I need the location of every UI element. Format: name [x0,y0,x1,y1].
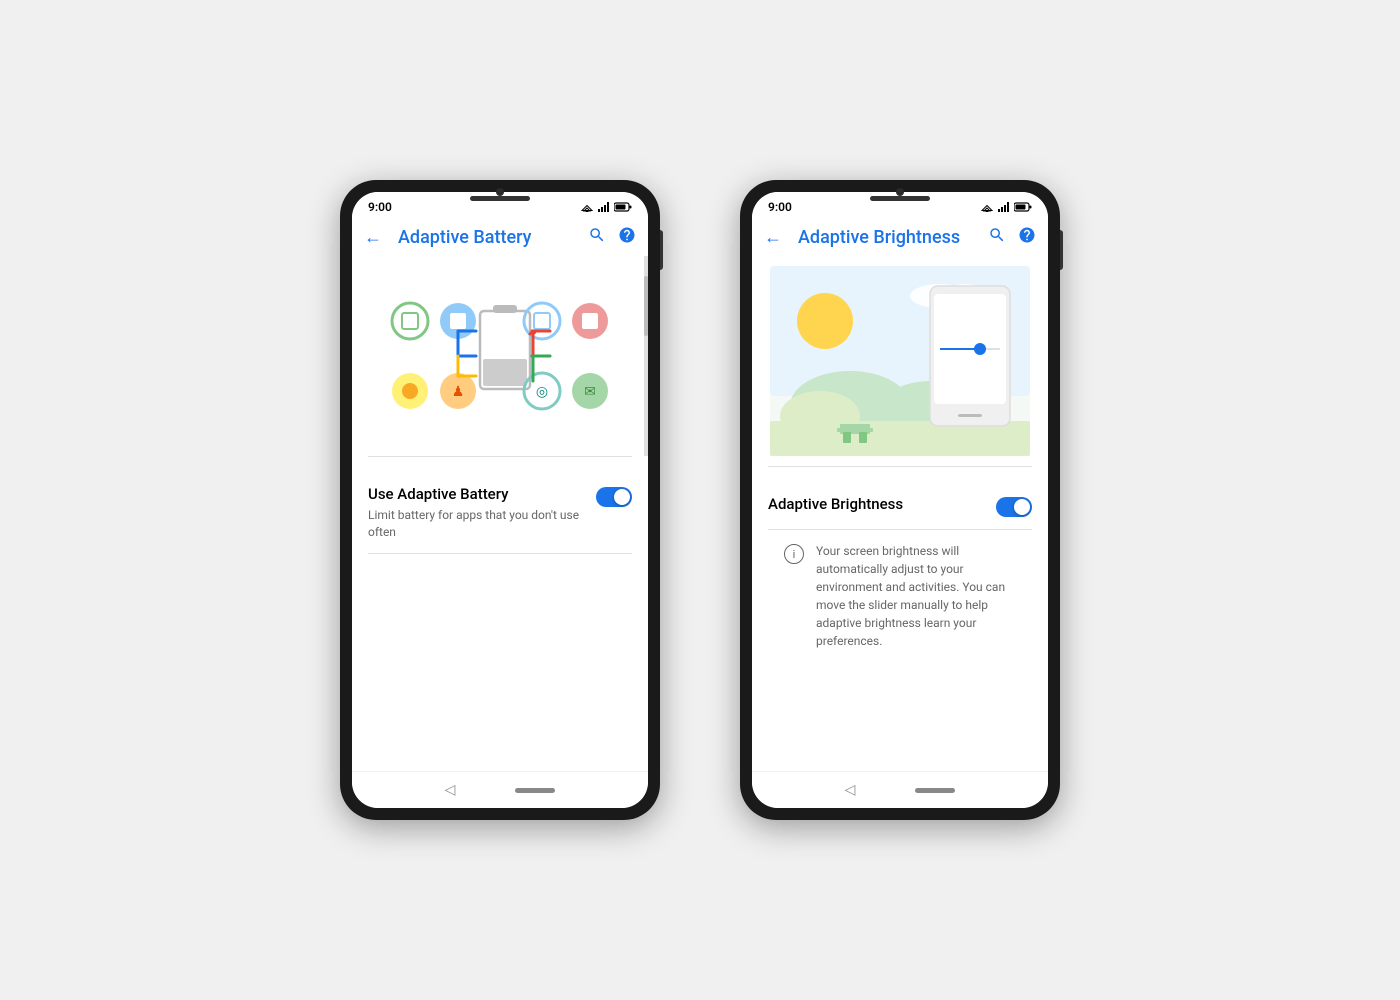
info-text-2: Your screen brightness will automaticall… [816,542,1016,650]
app-bar-1: ← Adaptive Battery [352,218,648,256]
adaptive-brightness-toggle[interactable] [996,497,1032,517]
back-button-2[interactable]: ← [764,227,782,248]
toggle-knob-1 [614,489,630,505]
nav-back-1[interactable]: ◁ [445,782,456,798]
app-bar-2: ← Adaptive Brightness [752,218,1048,256]
app-title-2: Adaptive Brightness [798,227,988,248]
app-bar-icons-1 [588,226,636,248]
toggle-knob-2 [1014,499,1030,515]
battery-status-icon [614,202,632,212]
adaptive-battery-toggle[interactable] [596,487,632,507]
help-button-1[interactable] [618,226,636,248]
battery-illustration-container: ♟ ◎ ✉ [352,256,648,456]
brightness-illustration-container [752,256,1048,466]
nav-home-2[interactable] [915,788,955,793]
svg-text:◎: ◎ [536,384,548,400]
svg-text:✉: ✉ [584,384,596,400]
scrollbar-1[interactable] [644,256,648,456]
settings-section-2: Adaptive Brightness i Your screen bright… [752,467,1048,771]
camera [496,188,504,196]
brightness-illustration-svg [770,266,1030,456]
info-section-2: i Your screen brightness will automatica… [768,530,1032,662]
nav-back-2[interactable]: ◁ [845,782,856,798]
speaker [470,196,530,201]
nav-home-1[interactable] [515,788,555,793]
signal-icon-2 [998,202,1010,212]
status-icons-1 [580,202,632,212]
setting-1-title: Use Adaptive Battery [368,485,580,503]
settings-section-1: Use Adaptive Battery Limit battery for a… [352,457,648,771]
battery-status-icon-2 [1014,202,1032,212]
speaker-2 [870,196,930,201]
nav-bar-2: ◁ [752,771,1048,808]
phone-2-screen: 9:00 [752,192,1048,808]
phone-2: 9:00 [740,180,1060,820]
camera-2 [896,188,904,196]
status-time-1: 9:00 [368,200,392,214]
wifi-icon [580,202,594,212]
search-button-1[interactable] [588,226,606,248]
signal-icon [598,202,610,212]
phones-container: 9:00 [340,180,1060,820]
svg-text:♟: ♟ [452,384,465,400]
battery-illustration-svg: ♟ ◎ ✉ [370,276,630,436]
phone-1-screen: 9:00 [352,192,648,808]
info-icon-2: i [784,544,804,564]
nav-bar-1: ◁ [352,771,648,808]
status-icons-2 [980,202,1032,212]
wifi-icon-2 [980,202,994,212]
adaptive-battery-setting[interactable]: Use Adaptive Battery Limit battery for a… [368,473,632,554]
setting-2-title: Adaptive Brightness [768,495,980,513]
scrollbar-thumb-1 [644,276,648,336]
setting-2-text: Adaptive Brightness [768,495,980,517]
back-button-1[interactable]: ← [364,227,382,248]
help-button-2[interactable] [1018,226,1036,248]
setting-1-desc: Limit battery for apps that you don't us… [368,507,580,541]
setting-1-text: Use Adaptive Battery Limit battery for a… [368,485,580,541]
phone-1: 9:00 [340,180,660,820]
status-time-2: 9:00 [768,200,792,214]
app-title-1: Adaptive Battery [398,227,588,248]
app-bar-icons-2 [988,226,1036,248]
adaptive-brightness-setting[interactable]: Adaptive Brightness [768,483,1032,530]
search-button-2[interactable] [988,226,1006,248]
